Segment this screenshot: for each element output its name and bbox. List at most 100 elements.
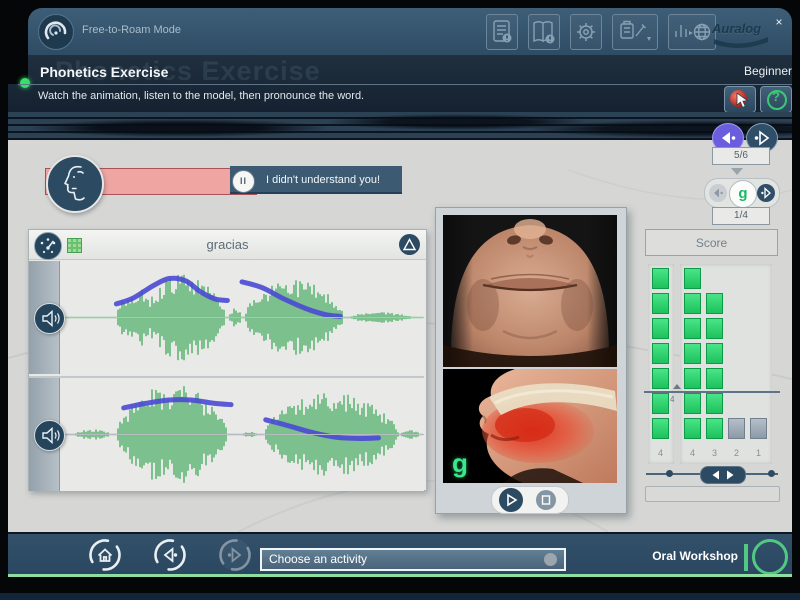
next-phoneme-button[interactable] (757, 184, 775, 202)
score-block (706, 343, 723, 364)
app-logo-icon (38, 14, 74, 50)
score-block (652, 393, 669, 414)
score-block (684, 418, 701, 439)
score-column-label: 2 (728, 448, 745, 458)
score-block (728, 343, 745, 364)
face-profile-icon (48, 157, 102, 211)
level-label: Beginner (652, 64, 792, 78)
score-block (728, 418, 745, 439)
play-model-audio-button[interactable] (34, 303, 65, 334)
score-block (684, 368, 701, 389)
record-pronounce-button[interactable] (724, 86, 756, 113)
score-block (652, 318, 669, 339)
play-icon (499, 488, 523, 512)
workshop-accent-bar (744, 544, 748, 571)
workshop-button[interactable] (752, 539, 788, 575)
header-divider (18, 84, 792, 85)
page-title: Phonetics Exercise (40, 64, 168, 80)
close-icon[interactable]: × (772, 16, 786, 30)
score-block (706, 393, 723, 414)
score-column-label: 4 (652, 448, 669, 458)
speaker-icon (35, 421, 64, 450)
score-block (750, 268, 767, 289)
score-slider-track[interactable] (645, 486, 780, 502)
home-button[interactable] (86, 536, 124, 574)
pitch-display-toggle[interactable] (399, 234, 420, 255)
face-front-view (443, 215, 617, 367)
application-window: Free-to-Roam Mode (0, 0, 800, 600)
waveform-baseline (60, 434, 424, 435)
stop-animation-button[interactable] (536, 490, 556, 510)
score-column: 2 (728, 268, 745, 464)
score-column: 4 (684, 268, 701, 464)
previous-screen-button[interactable] (151, 536, 189, 574)
score-block (706, 293, 723, 314)
score-column-label: 4 (684, 448, 701, 458)
pronunciation-panel: gracias (28, 229, 427, 491)
user-waveform-row[interactable] (29, 376, 424, 491)
tools-menu-icon[interactable] (612, 14, 658, 50)
decorative-stripe-band (8, 112, 792, 140)
speaker-avatar (46, 155, 104, 213)
slider-end-dot (666, 470, 673, 477)
score-column: 1 (750, 268, 767, 464)
threshold-marker-icon (673, 384, 681, 389)
score-block (652, 418, 669, 439)
pause-button[interactable]: II (232, 170, 255, 193)
arrow-left-icon (709, 184, 727, 202)
report-icon[interactable] (486, 14, 518, 50)
arrow-right-icon (757, 184, 775, 202)
feedback-message-bar: I didn't understand you! (230, 166, 402, 194)
stop-icon (536, 490, 556, 510)
score-block (684, 393, 701, 414)
settings-icon[interactable] (570, 14, 602, 50)
activity-dropdown[interactable]: Choose an activity (260, 548, 566, 571)
score-block (728, 318, 745, 339)
animation-panel: g (435, 207, 627, 514)
user-wave-display[interactable] (60, 378, 424, 491)
brand-swoosh-icon (712, 36, 772, 50)
score-block (728, 368, 745, 389)
threshold-label: 4 (670, 395, 674, 404)
score-block (652, 268, 669, 289)
score-slider-handle[interactable] (700, 466, 746, 484)
slider-arrows-icon (701, 467, 745, 483)
score-block (706, 318, 723, 339)
score-column-label: 3 (706, 448, 723, 458)
brand-logo: Auralog (712, 21, 770, 36)
model-waveform-row[interactable] (29, 261, 424, 374)
play-user-audio-button[interactable] (34, 420, 65, 451)
model-wave-display[interactable] (60, 261, 424, 374)
progress-globe-icon[interactable] (668, 14, 716, 50)
score-block (706, 418, 723, 439)
dictionary-icon[interactable] (528, 14, 560, 50)
workshop-label: Oral Workshop (608, 549, 738, 563)
animation-controls (491, 486, 569, 514)
chevron-down-icon (731, 168, 743, 175)
score-block (706, 268, 723, 289)
pause-icon: II (240, 177, 248, 186)
score-title: Score (645, 229, 778, 256)
help-icon: ? (761, 89, 791, 104)
score-block (684, 318, 701, 339)
home-icon (99, 550, 112, 562)
phoneme-counter: 1/4 (712, 207, 770, 225)
arrow-left-icon (165, 549, 177, 561)
dropdown-handle-icon[interactable] (544, 553, 557, 566)
score-block (706, 368, 723, 389)
help-button[interactable]: ? (760, 86, 792, 113)
exercise-header: Phonetics Exercise Phonetics Exercise Wa… (8, 55, 792, 112)
bottom-edge (0, 593, 800, 600)
score-block (750, 418, 767, 439)
delta-icon (399, 234, 420, 255)
target-word: gracias (29, 237, 426, 252)
phoneme-selector: g (704, 178, 780, 208)
next-screen-button[interactable] (216, 536, 254, 574)
speaker-icon (35, 304, 64, 333)
score-block (652, 368, 669, 389)
score-block (750, 318, 767, 339)
score-block (684, 343, 701, 364)
feedback-message: I didn't understand you! (266, 174, 380, 186)
play-animation-button[interactable] (499, 488, 523, 512)
previous-phoneme-button[interactable] (709, 184, 727, 202)
